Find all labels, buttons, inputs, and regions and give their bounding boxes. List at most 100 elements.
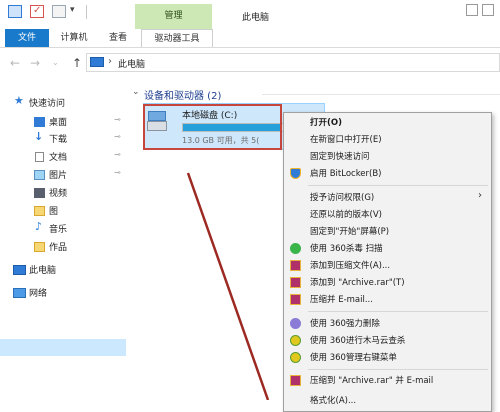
menu-item-open-new-window[interactable]: 在新窗口中打开(E) (284, 131, 491, 148)
pin-icon[interactable]: ⊸ (114, 150, 121, 159)
menu-item-compress-rar-email[interactable]: 压缩到 "Archive.rar" 并 E-mail (284, 372, 491, 389)
360-delete-icon (290, 318, 301, 329)
menu-item-label: 打开(O) (310, 118, 342, 128)
menu-item-add-to-archive[interactable]: 添加到压缩文件(A)... (284, 257, 491, 274)
tab-drive-tools[interactable]: 驱动器工具 (141, 29, 213, 47)
sidebar-item-label: 视频 (49, 189, 68, 199)
toolbar-divider (86, 5, 87, 19)
menu-item-label: 压缩并 E-mail... (310, 295, 373, 305)
menu-item-label: 固定到快速访问 (310, 152, 370, 162)
sidebar-item-label: 文档 (49, 153, 68, 163)
menu-item-label: 使用 360管理右键菜单 (310, 353, 397, 363)
download-icon: ↓ (34, 130, 44, 143)
shield-icon (290, 168, 301, 179)
sidebar-item-folder[interactable]: 图 (0, 201, 128, 220)
sidebar-item-pictures[interactable]: 图片 ⊸ (0, 165, 128, 184)
music-icon: ♪ (35, 220, 43, 233)
star-icon: ★ (14, 94, 24, 107)
sidebar-item-videos[interactable]: 视频 (0, 183, 128, 202)
360-menu-icon (290, 352, 301, 363)
sidebar-item-this-pc[interactable]: 此电脑 (0, 260, 128, 279)
sidebar-item-network[interactable]: 网络 (0, 283, 128, 302)
window-control-icon[interactable] (466, 4, 478, 16)
context-menu: 打开(O) 在新窗口中打开(E) 固定到快速访问 启用 BitLocker(B)… (283, 112, 492, 412)
network-icon (13, 288, 26, 298)
tab-file[interactable]: 文件 (5, 29, 49, 47)
selection-highlight (0, 339, 126, 356)
new-folder-icon[interactable] (52, 5, 66, 18)
collapse-chevron-icon[interactable]: ⌄ (132, 87, 140, 97)
address-bar[interactable] (86, 53, 500, 72)
sidebar-item-downloads[interactable]: ↓ 下载 ⊸ (0, 129, 128, 148)
sidebar-item-label: 此电脑 (29, 266, 57, 276)
menu-item-label: 使用 360杀毒 扫描 (310, 244, 383, 254)
desktop-icon (34, 117, 45, 127)
sidebar-item-label: 下载 (49, 135, 68, 145)
folder-icon (34, 206, 45, 216)
360-antivirus-icon (290, 243, 301, 254)
sidebar-item-label: 图 (49, 207, 59, 217)
computer-icon (13, 265, 26, 275)
recent-dropdown-icon[interactable]: ⌄ (52, 58, 59, 67)
sidebar-item-works[interactable]: 作品 (0, 237, 128, 256)
window-control-icon[interactable] (482, 4, 494, 16)
menu-item-grant-access[interactable]: 授予访问权限(G) › (284, 189, 491, 206)
breadcrumb-separator[interactable]: › (108, 56, 112, 67)
menu-item-360-menu-manage[interactable]: 使用 360管理右键菜单 (284, 349, 491, 366)
menu-item-label: 授予访问权限(G) (310, 193, 375, 203)
menu-item-label: 添加到 "Archive.rar"(T) (310, 278, 405, 288)
menu-separator (308, 311, 488, 312)
menu-item-label: 在新窗口中打开(E) (310, 135, 382, 145)
navigation-pane: 快速访问 ★ 桌面 ⊸ ↓ 下载 ⊸ 文档 ⊸ 图片 ⊸ 视频 图 ♪ 音乐 作… (0, 80, 128, 400)
menu-item-bitlocker[interactable]: 启用 BitLocker(B) (284, 165, 491, 182)
menu-item-label: 固定到"开始"屏幕(P) (310, 227, 390, 237)
winrar-icon (290, 375, 301, 386)
menu-item-restore-versions[interactable]: 还原以前的版本(V) (284, 206, 491, 223)
menu-item-360-trojan[interactable]: 使用 360进行木马云查杀 (284, 332, 491, 349)
document-icon (35, 152, 44, 162)
group-divider (262, 94, 500, 95)
menu-item-360-scan[interactable]: 使用 360杀毒 扫描 (284, 240, 491, 257)
tab-computer[interactable]: 计算机 (53, 29, 95, 47)
breadcrumb-this-pc[interactable]: 此电脑 (118, 57, 145, 70)
up-arrow-icon[interactable]: ↑ (72, 56, 82, 70)
manage-context-tab[interactable]: 管理 (135, 4, 212, 29)
properties-icon[interactable] (30, 5, 44, 18)
annotation-highlight-box (143, 104, 282, 150)
sidebar-item-music[interactable]: ♪ 音乐 (0, 219, 128, 238)
menu-item-pin-quick-access[interactable]: 固定到快速访问 (284, 148, 491, 165)
back-arrow-icon[interactable]: ← (10, 56, 20, 70)
forward-arrow-icon[interactable]: → (30, 56, 40, 70)
menu-item-compress-email[interactable]: 压缩并 E-mail... (284, 291, 491, 308)
this-pc-icon (90, 57, 104, 67)
sidebar-item-label: 图片 (49, 171, 68, 181)
sidebar-item-label: 网络 (29, 289, 48, 299)
computer-icon[interactable] (8, 5, 22, 18)
quick-access-dropdown-icon[interactable]: ▾ (70, 5, 75, 15)
menu-item-label: 添加到压缩文件(A)... (310, 261, 391, 271)
sidebar-item-quick-access[interactable]: 快速访问 ★ (0, 93, 128, 112)
menu-item-pin-start[interactable]: 固定到"开始"屏幕(P) (284, 223, 491, 240)
folder-icon (34, 242, 45, 252)
group-header[interactable]: 设备和驱动器 (2) (144, 87, 221, 102)
menu-item-label: 压缩到 "Archive.rar" 并 E-mail (310, 376, 434, 386)
menu-item-add-to-archive-rar[interactable]: 添加到 "Archive.rar"(T) (284, 274, 491, 291)
winrar-icon (290, 260, 301, 271)
video-icon (34, 188, 45, 198)
menu-item-format[interactable]: 格式化(A)... (284, 392, 491, 409)
submenu-arrow-icon: › (478, 190, 482, 201)
menu-item-open[interactable]: 打开(O) (284, 114, 491, 131)
sidebar-item-label: 音乐 (49, 225, 68, 235)
menu-item-label: 启用 BitLocker(B) (310, 169, 382, 179)
pin-icon[interactable]: ⊸ (114, 132, 121, 141)
winrar-icon (290, 294, 301, 305)
menu-item-360-force-delete[interactable]: 使用 360强力删除 (284, 315, 491, 332)
menu-item-label: 格式化(A)... (310, 396, 357, 406)
pin-icon[interactable]: ⊸ (114, 168, 121, 177)
tab-view[interactable]: 查看 (98, 29, 138, 47)
ribbon-tabs: 文件 计算机 查看 驱动器工具 (0, 29, 500, 48)
sidebar-item-documents[interactable]: 文档 ⊸ (0, 147, 128, 166)
pin-icon[interactable]: ⊸ (114, 115, 121, 124)
window-title: 此电脑 (242, 13, 270, 23)
360-trojan-icon (290, 335, 301, 346)
